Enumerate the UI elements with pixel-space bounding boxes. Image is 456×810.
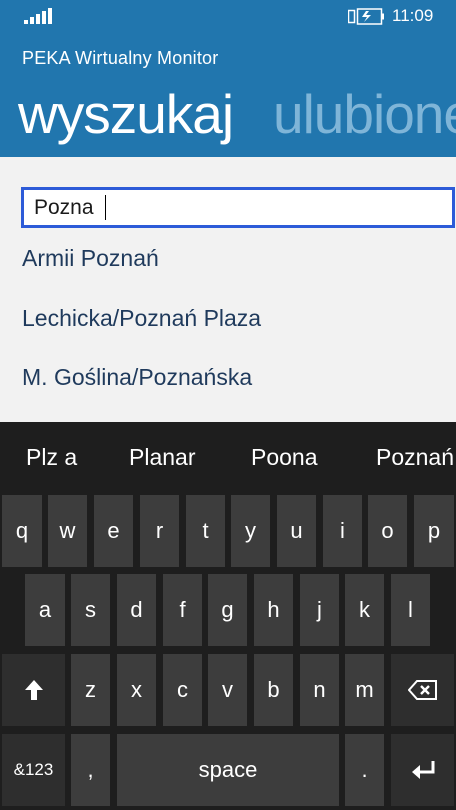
key-c[interactable]: c bbox=[163, 654, 202, 726]
key-h[interactable]: h bbox=[254, 574, 293, 646]
backspace-icon bbox=[407, 680, 437, 700]
pivot-tab-search[interactable]: wyszukaj bbox=[18, 82, 234, 146]
key-i[interactable]: i bbox=[323, 495, 362, 567]
key-w[interactable]: w bbox=[48, 495, 87, 567]
suggestion-2[interactable]: Planar bbox=[129, 444, 195, 471]
key-p[interactable]: p bbox=[414, 495, 454, 567]
pivot-tab-favorites[interactable]: ulubione bbox=[273, 82, 456, 146]
enter-key[interactable] bbox=[391, 734, 454, 806]
app-title: PEKA Wirtualny Monitor bbox=[22, 48, 219, 68]
key-f[interactable]: f bbox=[163, 574, 202, 646]
shift-arrow-icon bbox=[24, 680, 43, 700]
suggestion-3[interactable]: Poona bbox=[251, 444, 318, 471]
clock: 11:09 bbox=[392, 6, 434, 25]
on-screen-keyboard: Plz a Planar Poona Poznań q w e r t y u … bbox=[0, 422, 456, 810]
search-content: Armii Poznań Lechicka/Poznań Plaza M. Go… bbox=[0, 157, 456, 422]
key-a[interactable]: a bbox=[25, 574, 65, 646]
enter-icon bbox=[411, 761, 434, 779]
key-l[interactable]: l bbox=[391, 574, 430, 646]
key-x[interactable]: x bbox=[117, 654, 156, 726]
key-b[interactable]: b bbox=[254, 654, 293, 726]
suggestion-1[interactable]: Plz a bbox=[26, 444, 77, 471]
key-e[interactable]: e bbox=[94, 495, 133, 567]
key-d[interactable]: d bbox=[117, 574, 156, 646]
key-z[interactable]: z bbox=[71, 654, 110, 726]
key-k[interactable]: k bbox=[345, 574, 384, 646]
space-key[interactable]: space bbox=[117, 734, 339, 806]
suggestion-bar: Plz a Planar Poona Poznań bbox=[0, 422, 456, 494]
symbols-key[interactable]: &123 bbox=[2, 734, 65, 806]
key-t[interactable]: t bbox=[186, 495, 225, 567]
signal-bars-icon bbox=[24, 8, 52, 24]
backspace-key[interactable] bbox=[391, 654, 454, 726]
key-n[interactable]: n bbox=[300, 654, 339, 726]
key-u[interactable]: u bbox=[277, 495, 316, 567]
key-o[interactable]: o bbox=[368, 495, 407, 567]
result-item-3[interactable]: M. Goślina/Poznańska bbox=[22, 364, 252, 391]
key-j[interactable]: j bbox=[300, 574, 339, 646]
key-r[interactable]: r bbox=[140, 495, 179, 567]
result-item-2[interactable]: Lechicka/Poznań Plaza bbox=[22, 305, 261, 332]
shift-key[interactable] bbox=[2, 654, 65, 726]
key-g[interactable]: g bbox=[208, 574, 247, 646]
battery-charging-icon bbox=[348, 8, 384, 25]
key-q[interactable]: q bbox=[2, 495, 42, 567]
key-m[interactable]: m bbox=[345, 654, 384, 726]
stop-search-input[interactable] bbox=[21, 187, 455, 228]
status-bar: 11:09 bbox=[0, 0, 456, 34]
result-item-1[interactable]: Armii Poznań bbox=[22, 245, 159, 272]
text-caret bbox=[105, 195, 106, 220]
period-key[interactable]: . bbox=[345, 734, 384, 806]
key-s[interactable]: s bbox=[71, 574, 110, 646]
app-header: 11:09 PEKA Wirtualny Monitor wyszukaj ul… bbox=[0, 0, 456, 157]
key-y[interactable]: y bbox=[231, 495, 270, 567]
key-v[interactable]: v bbox=[208, 654, 247, 726]
comma-key[interactable]: , bbox=[71, 734, 110, 806]
suggestion-4[interactable]: Poznań bbox=[376, 444, 454, 471]
